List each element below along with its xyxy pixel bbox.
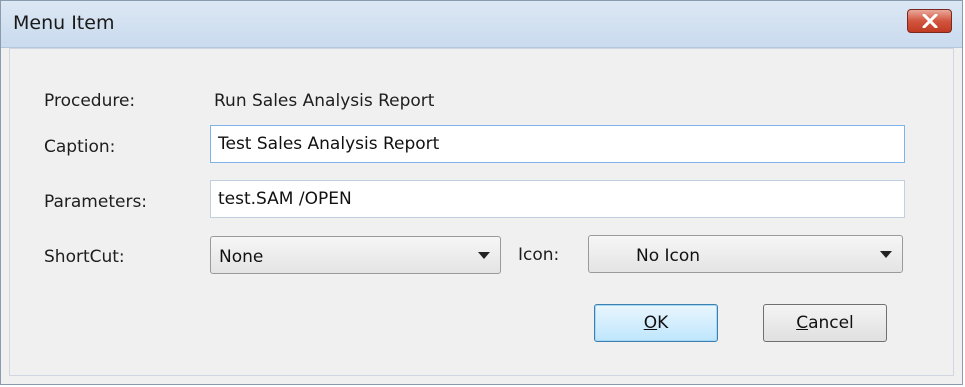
ok-accelerator: O — [643, 313, 658, 333]
procedure-label: Procedure: — [44, 91, 136, 111]
cancel-label-rest: ancel — [808, 313, 854, 333]
parameters-input[interactable]: test.SAM /OPEN — [210, 180, 905, 218]
close-icon — [922, 14, 938, 28]
chevron-down-icon — [880, 251, 892, 258]
caption-label: Caption: — [44, 137, 116, 157]
ok-button[interactable]: OK — [594, 304, 718, 342]
close-button[interactable] — [907, 9, 952, 33]
shortcut-label: ShortCut: — [44, 247, 125, 267]
parameters-label: Parameters: — [44, 192, 148, 212]
icon-selected-value: No Icon — [636, 246, 701, 266]
cancel-accelerator: C — [796, 313, 809, 333]
icon-label: Icon: — [518, 245, 560, 265]
window-title: Menu Item — [13, 12, 115, 34]
ok-label-rest: K — [657, 313, 669, 333]
icon-select[interactable]: No Icon — [588, 235, 903, 273]
shortcut-select[interactable]: None — [210, 236, 501, 274]
title-bar[interactable]: Menu Item — [1, 1, 962, 48]
caption-input[interactable]: Test Sales Analysis Report — [210, 125, 905, 163]
chevron-down-icon — [478, 252, 490, 259]
menu-item-dialog: Menu Item Procedure: Run Sales Analysis … — [0, 0, 963, 385]
dialog-body: Procedure: Run Sales Analysis Report Cap… — [9, 48, 954, 376]
shortcut-selected-value: None — [219, 247, 264, 267]
cancel-button[interactable]: Cancel — [763, 304, 887, 342]
procedure-value: Run Sales Analysis Report — [214, 91, 435, 111]
